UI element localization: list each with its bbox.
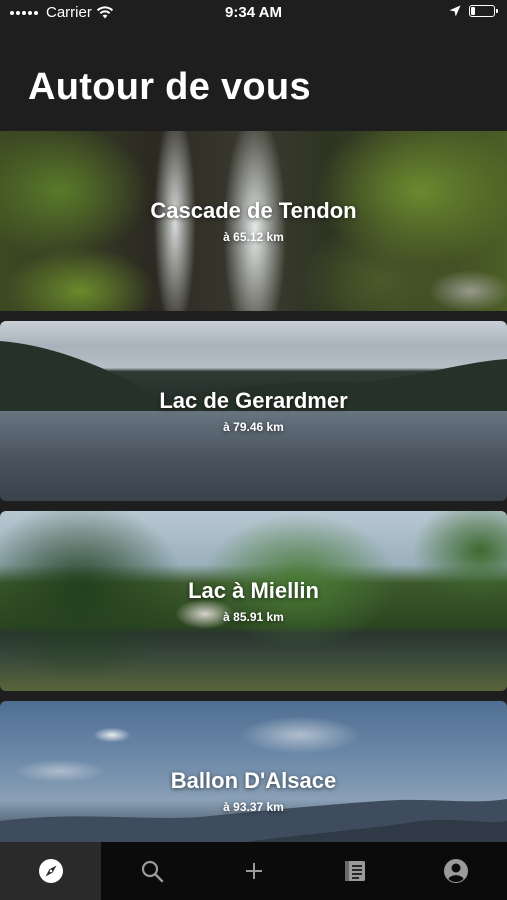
place-distance: à 93.37 km <box>223 800 284 814</box>
tab-add[interactable] <box>203 842 304 900</box>
place-card-cascade-de-tendon[interactable]: Cascade de Tendon à 65.12 km <box>0 131 507 311</box>
place-card-text: Ballon D'Alsace à 93.37 km <box>0 768 507 814</box>
status-time: 9:34 AM <box>225 4 282 21</box>
tab-profile[interactable] <box>406 842 507 900</box>
search-icon <box>142 860 164 883</box>
tab-search[interactable] <box>101 842 202 900</box>
place-card-lac-a-miellin[interactable]: Lac à Miellin à 85.91 km <box>0 511 507 691</box>
place-name: Lac de Gerardmer <box>159 388 348 413</box>
places-list: Cascade de Tendon à 65.12 km Lac de Gera… <box>0 131 507 891</box>
battery-icon <box>469 5 498 17</box>
tab-explore[interactable] <box>0 842 102 900</box>
place-card-text: Lac de Gerardmer à 79.46 km <box>0 388 507 434</box>
place-card-text: Cascade de Tendon à 65.12 km <box>0 198 507 244</box>
place-card-lac-de-gerardmer[interactable]: Lac de Gerardmer à 79.46 km <box>0 321 507 501</box>
tab-journal[interactable] <box>304 842 405 900</box>
book-icon <box>344 861 365 881</box>
compass-icon <box>38 859 63 883</box>
place-name: Lac à Miellin <box>188 578 319 603</box>
place-name: Ballon D'Alsace <box>170 768 337 793</box>
profile-icon <box>444 859 469 883</box>
battery-fill <box>471 7 476 15</box>
place-distance: à 85.91 km <box>223 610 284 624</box>
status-right <box>449 5 498 17</box>
page-title: Autour de vous <box>28 66 311 108</box>
plus-icon <box>245 863 262 879</box>
place-distance: à 65.12 km <box>223 230 284 244</box>
status-bar: Carrier 9:34 AM <box>0 0 507 26</box>
location-arrow-icon <box>449 5 461 17</box>
place-name: Cascade de Tendon <box>150 198 357 223</box>
place-distance: à 79.46 km <box>223 420 284 434</box>
place-card-text: Lac à Miellin à 85.91 km <box>0 578 507 624</box>
tab-bar <box>0 842 507 900</box>
